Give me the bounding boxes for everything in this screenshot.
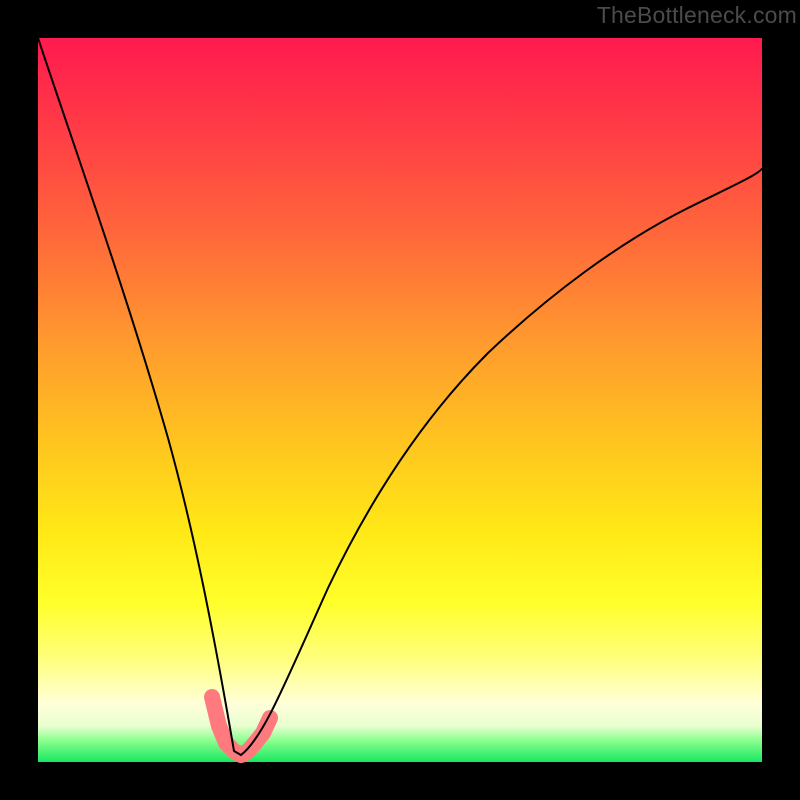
curve-path [38,38,762,755]
optimal-zone-highlight [212,697,270,755]
watermark-text: TheBottleneck.com [597,2,797,29]
chart-frame: TheBottleneck.com [0,0,800,800]
bottleneck-curve [38,38,762,762]
